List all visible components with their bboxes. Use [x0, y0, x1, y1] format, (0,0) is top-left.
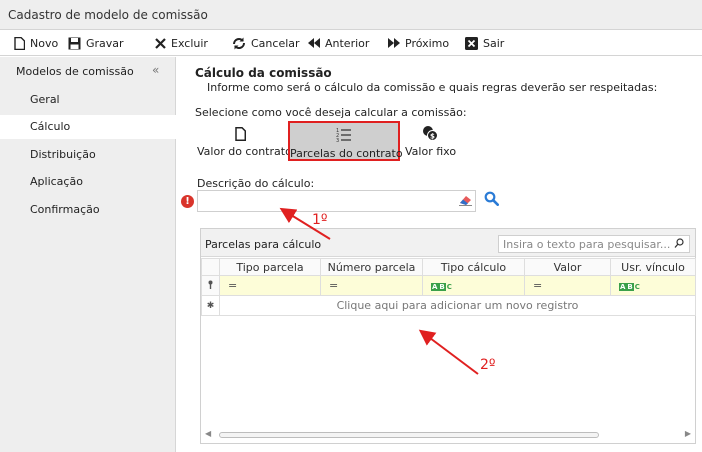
new-label: Novo	[30, 36, 59, 50]
scroll-left-icon[interactable]: ◀	[205, 429, 211, 438]
window-title: Cadastro de modelo de comissão	[8, 8, 208, 22]
fast-forward-icon	[388, 38, 400, 48]
option-valor-contrato-label: Valor do contrato	[197, 145, 292, 158]
filter-row-icon	[201, 275, 220, 296]
option-valor-fixo[interactable]: $ Valor fixo	[405, 121, 457, 161]
close-x-icon	[155, 37, 166, 49]
column-header[interactable]: Usr. vínculo	[610, 258, 696, 276]
exit-box-icon	[465, 36, 478, 50]
description-input[interactable]	[197, 190, 476, 212]
cancel-label: Cancelar	[251, 36, 300, 50]
scrollbar-thumb[interactable]	[219, 432, 599, 438]
new-row-hint[interactable]: Clique aqui para adicionar um novo regis…	[219, 295, 696, 316]
refresh-icon	[233, 37, 245, 49]
filter-cell[interactable]: =	[524, 275, 611, 296]
column-header[interactable]: Valor	[524, 258, 611, 276]
save-label: Gravar	[86, 36, 124, 50]
column-header[interactable]: Tipo cálculo	[422, 258, 525, 276]
svg-text:3: 3	[336, 138, 339, 143]
option-parcelas-contrato-label: Parcelas do contrato	[290, 147, 403, 160]
delete-button[interactable]: Excluir	[155, 34, 208, 52]
grid-search-input[interactable]	[498, 235, 690, 253]
row-indicator-header	[201, 258, 220, 276]
document-icon	[234, 127, 246, 141]
grid-filter-row: = = ABC = ABC	[201, 275, 696, 296]
equals-operator: =	[329, 279, 339, 292]
eraser-icon[interactable]	[459, 194, 473, 206]
floppy-disk-icon	[68, 37, 81, 49]
previous-button[interactable]: Anterior	[308, 34, 369, 52]
horizontal-scrollbar[interactable]: ◀ ▶	[205, 429, 691, 441]
collapse-chevron-icon[interactable]: «	[152, 63, 159, 77]
text-filter-icon: ABC	[431, 283, 452, 291]
exit-label: Sair	[483, 36, 505, 50]
search-icon[interactable]	[484, 191, 499, 206]
next-button[interactable]: Próximo	[388, 34, 449, 52]
sidebar-item-confirmacao[interactable]: Confirmação	[0, 198, 176, 222]
new-document-icon	[14, 36, 25, 50]
sidebar-item-geral[interactable]: Geral	[0, 88, 176, 112]
main-content: Cálculo da comissão Informe como será o …	[177, 57, 702, 452]
column-header[interactable]: Tipo parcela	[219, 258, 321, 276]
annotation-label-1: 1º	[312, 212, 328, 228]
new-button[interactable]: Novo	[14, 34, 58, 52]
new-row-asterisk-icon: ✱	[201, 295, 220, 316]
column-header[interactable]: Número parcela	[320, 258, 423, 276]
coins-icon: $	[423, 126, 438, 141]
sidebar-item-aplicacao[interactable]: Aplicação	[0, 170, 176, 194]
grid-table: Tipo parcela Número parcela Tipo cálculo…	[201, 258, 696, 316]
installments-grid: Parcelas para cálculo Tipo parcela Númer…	[200, 228, 696, 444]
option-valor-contrato[interactable]: Valor do contrato	[197, 121, 292, 161]
scroll-right-icon[interactable]: ▶	[685, 429, 691, 438]
next-label: Próximo	[405, 36, 450, 50]
page-subtitle: Informe como será o cálculo da comissão …	[207, 81, 658, 94]
calc-mode-label: Selecione como você deseja calcular a co…	[195, 106, 467, 119]
filter-cell[interactable]: ABC	[610, 275, 696, 296]
delete-label: Excluir	[171, 36, 208, 50]
sidebar-header-label: Modelos de comissão	[16, 65, 134, 78]
filter-cell[interactable]: =	[320, 275, 423, 296]
numbered-list-icon: 1 2 3	[336, 128, 351, 143]
grid-header: Parcelas para cálculo	[201, 229, 695, 257]
filter-cell[interactable]: ABC	[422, 275, 525, 296]
option-valor-fixo-label: Valor fixo	[405, 145, 457, 158]
description-label: Descrição do cálculo:	[197, 177, 315, 190]
equals-operator: =	[533, 279, 543, 292]
grid-new-row[interactable]: ✱ Clique aqui para adicionar um novo reg…	[201, 295, 696, 316]
equals-operator: =	[228, 279, 238, 292]
sidebar: Modelos de comissão « Geral Cálculo Dist…	[0, 57, 176, 452]
text-filter-icon: ABC	[619, 283, 640, 291]
window-titlebar: Cadastro de modelo de comissão	[0, 0, 702, 30]
toolbar: Novo Gravar Excluir Cancelar Anterior Pr…	[0, 30, 702, 56]
previous-label: Anterior	[325, 36, 370, 50]
filter-cell[interactable]: =	[219, 275, 321, 296]
sidebar-item-distribuicao[interactable]: Distribuição	[0, 143, 176, 167]
sidebar-header: Modelos de comissão «	[0, 57, 176, 85]
grid-column-headers: Tipo parcela Número parcela Tipo cálculo…	[201, 258, 696, 276]
option-parcelas-contrato[interactable]: 1 2 3 Parcelas do contrato	[288, 121, 403, 161]
error-icon: !	[181, 195, 194, 208]
rewind-icon	[308, 38, 320, 48]
save-button[interactable]: Gravar	[68, 34, 124, 52]
cancel-button[interactable]: Cancelar	[232, 34, 300, 52]
exit-button[interactable]: Sair	[465, 34, 504, 52]
annotation-label-2: 2º	[480, 357, 496, 373]
grid-title: Parcelas para cálculo	[205, 238, 322, 251]
svg-text:$: $	[430, 133, 435, 141]
page-title: Cálculo da comissão	[195, 66, 332, 80]
sidebar-item-calculo[interactable]: Cálculo	[0, 115, 176, 139]
grid-search-icon[interactable]	[674, 238, 684, 248]
